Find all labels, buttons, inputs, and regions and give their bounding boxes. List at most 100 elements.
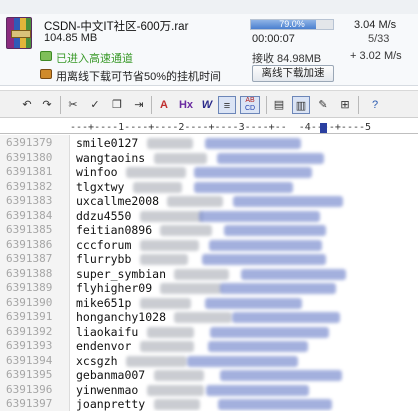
toolbar-separator (151, 96, 152, 114)
edit-icon[interactable]: ✎ (314, 96, 332, 114)
toolbar-separator (358, 96, 359, 114)
editor-line[interactable]: 6391389 flyhigher09 (0, 281, 418, 297)
download-progress-label: 79.0% (279, 19, 305, 29)
editor-line[interactable]: 6391388 super_symbian (0, 267, 418, 283)
toolbar-separator (60, 96, 61, 114)
editor-line[interactable]: 6391391 honganchy1028 (0, 310, 418, 326)
line-number: 6391391 (6, 310, 53, 323)
help-icon[interactable]: ? (366, 96, 384, 114)
obscured-password (153, 152, 207, 164)
obscured-email (186, 355, 298, 367)
obscured-email (193, 181, 293, 193)
word-wrap-icon[interactable]: W (198, 96, 216, 114)
obscured-email (198, 210, 320, 222)
line-number: 6391390 (6, 295, 53, 309)
font-icon[interactable]: A (155, 96, 173, 114)
obscured-email (217, 399, 332, 410)
hex-icon[interactable]: Hx (176, 96, 196, 114)
editor-line[interactable]: 6391393 endenvor (0, 339, 418, 355)
editor-line[interactable]: 6391387 flurrybb (0, 252, 418, 268)
obscured-password (125, 355, 187, 367)
download-speed: 3.04 M/s (354, 19, 397, 31)
editor-line[interactable]: 6391380 wangtaoins (0, 151, 418, 167)
obscured-password (125, 167, 186, 178)
obscured-password (146, 138, 193, 149)
line-number: 6391397 (6, 397, 53, 410)
line-number: 6391386 (6, 237, 53, 251)
obscured-email (193, 167, 312, 178)
high-speed-channel-icon (40, 51, 52, 61)
editor-line[interactable]: 6391396 yinwenmao (0, 383, 418, 399)
editor-line[interactable]: 6391394 xcsgzh (0, 354, 418, 370)
indent-icon[interactable]: ⇥ (130, 96, 148, 114)
obscured-email (205, 384, 309, 396)
line-number: 6391388 (6, 266, 53, 280)
spell-check-icon[interactable]: ✓ (86, 96, 104, 114)
username-text: xcsgzh (76, 353, 118, 368)
editor-line[interactable]: 6391384 ddzu4550 (0, 209, 418, 225)
editor-line[interactable]: 6391390 mike651p (0, 296, 418, 312)
obscured-password (146, 326, 194, 338)
obscured-password (139, 297, 191, 309)
obscured-password (146, 384, 204, 396)
toolbar-separator (266, 96, 267, 114)
offline-tip-icon (40, 69, 52, 79)
editor-toolbar: ↶ ↷ ✂ ✓ ❐ ⇥ A Hx W ≡ AB CD ▤ ▥ ✎ ⊞ ? (0, 90, 418, 118)
obscured-password (174, 268, 230, 280)
boost-speed: + 3.02 M/s (350, 50, 402, 62)
column-mode-icon[interactable]: ▥ (292, 96, 310, 114)
cut-icon[interactable]: ✂ (64, 96, 82, 114)
username-text: endenvor (76, 339, 132, 353)
editor-line[interactable]: 6391382 tlgxtwy (0, 180, 418, 196)
ruler-abcd-icon[interactable]: AB CD (240, 96, 260, 114)
editor-line[interactable]: 6391386 cccforum (0, 238, 418, 254)
redo-icon[interactable]: ↷ (38, 96, 56, 114)
obscured-email (219, 370, 342, 381)
editor-line[interactable]: 6391381 winfoo (0, 165, 418, 181)
connection-count: 5/33 (368, 33, 390, 45)
obscured-password (132, 181, 182, 193)
editor-line[interactable]: 6391385 feitian0896 (0, 223, 418, 239)
undo-icon[interactable]: ↶ (18, 96, 36, 114)
username-text: liaokaifu (76, 324, 139, 339)
obscured-email (204, 297, 302, 309)
username-text: cccforum (76, 237, 132, 252)
editor-line[interactable]: 6391379 smile0127 (0, 136, 418, 152)
column-ruler: ---+----1----+----2----+----3----+-- -4-… (0, 122, 418, 134)
username-text: gebanma007 (76, 368, 146, 382)
username-text: joanpretty (76, 397, 146, 411)
editor-line[interactable]: 6391383 uxcallme2008 (0, 194, 418, 210)
obscured-email (201, 254, 326, 265)
obscured-password (153, 370, 204, 381)
ab-label: AB (245, 97, 255, 104)
username-text: winfoo (76, 165, 118, 179)
username-text: wangtaoins (76, 150, 146, 165)
username-text: ddzu4550 (76, 208, 132, 223)
justify-icon[interactable]: ≡ (218, 96, 236, 114)
offline-download-accelerate-button[interactable]: 离线下载加速 (252, 65, 334, 82)
obscured-email (208, 239, 322, 251)
rar-archive-icon (6, 17, 32, 49)
obscured-password (139, 341, 194, 352)
ruler-cursor-marker (320, 123, 327, 133)
view-icon[interactable]: ▤ (270, 96, 288, 114)
editor-line[interactable]: 6391395 gebanma007 (0, 368, 418, 384)
obscured-password (174, 312, 233, 323)
line-number: 6391381 (6, 165, 53, 178)
line-number: 6391389 (6, 281, 53, 294)
editor-line[interactable]: 6391392 liaokaifu (0, 325, 418, 341)
high-speed-status: 已进入高速通道 (56, 53, 133, 65)
insert-icon[interactable]: ⊞ (336, 96, 354, 114)
download-progress-bar: 79.0% (250, 19, 334, 30)
obscured-email (207, 341, 308, 352)
elapsed-time: 00:00:07 (252, 33, 295, 45)
file-size: 104.85 MB (44, 32, 98, 44)
offline-download-tip[interactable]: 用离线下载可节省50%的挂机时间 (56, 68, 221, 84)
editor-line[interactable]: 6391397 joanpretty (0, 397, 418, 411)
obscured-password (139, 254, 188, 265)
obscured-password (139, 210, 203, 222)
obscured-email (232, 312, 341, 323)
copy-icon[interactable]: ❐ (108, 96, 126, 114)
username-text: flurrybb (76, 252, 132, 266)
username-text: flyhigher09 (76, 281, 153, 295)
